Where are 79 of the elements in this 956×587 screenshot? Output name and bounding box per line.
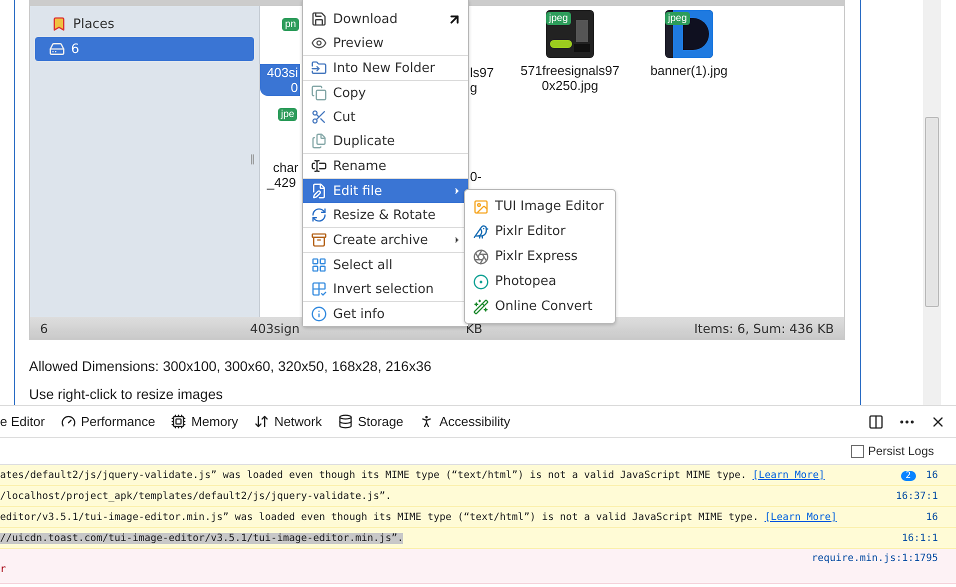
status-text: 6 [40, 320, 49, 336]
learn-more-link[interactable]: [Learn More] [752, 470, 825, 480]
sidebar-item[interactable]: 6 [35, 37, 254, 61]
source-link[interactable]: 16:1:1 [902, 532, 938, 544]
repeat-count: 2 [900, 470, 916, 480]
message-text: ates/default2/js/jquery-validate.js” was loaded even though its MIME type (“text/html”) is not a valid JavaScript MIME type. [0, 470, 747, 480]
tab-icon [60, 414, 76, 429]
menu-item-icon [311, 183, 327, 199]
menu-item-icon [311, 158, 327, 174]
menu-item-icon [311, 281, 327, 297]
devtools-tab[interactable]: e Editor [0, 414, 53, 429]
menu-item-icon [311, 60, 327, 76]
menu-item[interactable]: TUI Image Editor [465, 194, 615, 219]
menu-item[interactable]: Preview [303, 31, 468, 56]
tab-icon [171, 414, 186, 429]
devtools-tab[interactable]: Network [246, 414, 330, 429]
message-text: //uicdn.toast.com/tui-image-editor/v3.5.1/tui-image-editor.min.js”. [0, 532, 404, 544]
devtools-tab[interactable]: Memory [163, 414, 246, 429]
app-icon [473, 298, 489, 314]
menu-item-icon [311, 257, 327, 273]
devtools-tab[interactable]: Performance [52, 414, 164, 429]
file-type-badge: jpeg [665, 12, 690, 25]
menu-item[interactable]: Online Convert [465, 294, 615, 319]
app-icon [473, 248, 489, 264]
message-text: r [0, 564, 6, 575]
menu-item[interactable]: Rename [303, 154, 468, 179]
responsive-icon[interactable] [868, 414, 884, 430]
menu-item[interactable]: Cut [303, 105, 468, 129]
status-text: Items: 6, Sum: 436 KB [694, 320, 834, 336]
app-icon [473, 274, 489, 290]
menu-item[interactable]: Edit file [303, 179, 468, 203]
menu-item[interactable]: Copy [303, 81, 468, 105]
menu-item-icon [311, 133, 327, 149]
menu-item-icon [311, 207, 327, 223]
message-text: /localhost/project_apk/templates/default2/js/jquery-validate.js”. [0, 490, 392, 502]
source-link[interactable]: 2 16 [900, 470, 938, 480]
menu-item[interactable]: Get info [303, 302, 468, 326]
file-type-badge: pn [282, 18, 300, 31]
status-text: KB [466, 320, 482, 336]
learn-more-link[interactable]: [Learn More] [764, 512, 837, 522]
source-link[interactable]: require.min.js:1:1795 [812, 553, 938, 564]
file-type-badge: jpe [278, 108, 298, 121]
source-link[interactable]: 16:37:1 [896, 490, 938, 502]
devtools-tab[interactable]: Storage [330, 414, 412, 429]
app-icon [473, 198, 489, 214]
scrollbar[interactable] [923, 0, 941, 405]
menu-item[interactable]: Pixlr Express [465, 244, 615, 269]
menu-item-icon [311, 232, 327, 248]
checkbox-label: Persist Logs [868, 444, 934, 458]
file-name[interactable]: 403si 0 [260, 64, 300, 96]
status-text: 403sign [250, 320, 300, 336]
devtools-tab[interactable]: Accessibility [411, 414, 518, 429]
menu-item-icon [311, 11, 327, 27]
checkbox[interactable] [850, 444, 864, 458]
menu-item[interactable]: Pixlr Editor [465, 219, 615, 244]
menu-item-icon [311, 109, 327, 125]
drive-icon [49, 41, 65, 57]
page-text: Use right-click to resize images [29, 386, 224, 402]
bookmark-icon [51, 16, 67, 32]
menu-item-icon [311, 85, 327, 101]
tab-icon [254, 414, 270, 429]
file-name[interactable]: char _429 [260, 159, 300, 191]
message-text: editor/v3.5.1/tui-image-editor.min.js” was loaded even though its MIME type (“text/html”) is not a valid JavaScript MIME type. [0, 512, 759, 522]
file-type-badge: jpeg [546, 12, 571, 25]
file-name[interactable]: 571freesignals97 0x250.jpg [516, 62, 624, 94]
file-name[interactable]: ls97 g [470, 64, 494, 96]
menu-item-icon [311, 306, 327, 322]
page-text: Allowed Dimensions: 300x100, 300x60, 320x50, 168x28, 216x36 [29, 358, 432, 374]
menu-item[interactable]: Into New Folder [303, 56, 468, 81]
menu-item[interactable]: Duplicate [303, 129, 468, 154]
menu-item[interactable]: Download [303, 7, 468, 31]
source-link[interactable]: 16 [926, 512, 938, 522]
menu-item-icon [311, 35, 327, 51]
file-name[interactable]: 0- [470, 168, 482, 185]
menu-item[interactable]: Photopea [465, 269, 615, 294]
app-icon [473, 224, 489, 240]
tab-icon [338, 414, 353, 429]
file-name[interactable]: banner(1).jpg [646, 62, 732, 79]
sidebar-item[interactable]: Places [35, 12, 254, 36]
